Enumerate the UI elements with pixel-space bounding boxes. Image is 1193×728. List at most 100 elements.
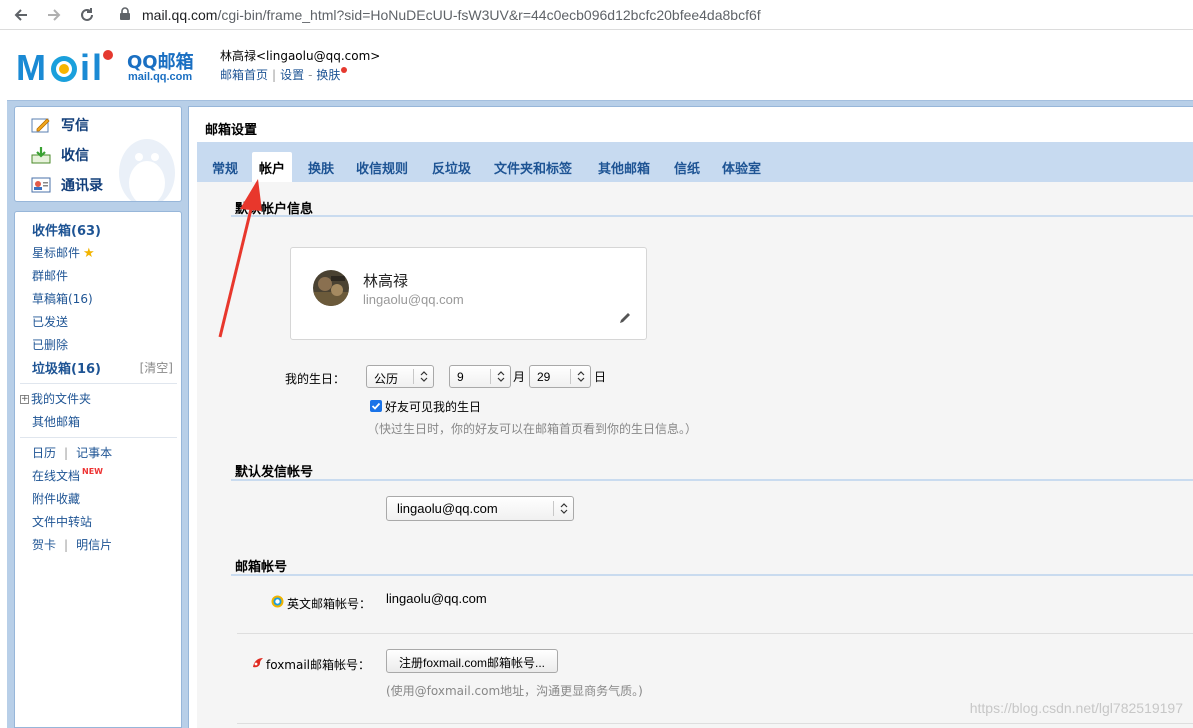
foxmail-account-label: foxmail邮箱帐号： <box>266 658 371 672</box>
link-separator: | <box>272 68 277 82</box>
calendar-type-select[interactable]: 公历 <box>366 365 434 388</box>
foxmail-hint: (使用@foxmail.com地址，沟通更显商务气质。) <box>386 684 643 698</box>
contacts-card-icon <box>31 177 51 193</box>
drafts-folder[interactable]: 草稿箱(16) <box>32 290 93 307</box>
mail-header: M i l QQ邮箱 mail.qq.com 林高禄<lingaolu@qq.c… <box>0 30 1193 100</box>
default-sender-select[interactable]: lingaolu@qq.com <box>386 496 574 521</box>
greeting-card-link[interactable]: 贺卡 <box>32 538 56 552</box>
tab-anti-spam[interactable]: 反垃圾 <box>425 152 478 182</box>
new-badge: NEW <box>82 467 103 476</box>
svg-text:l: l <box>92 47 102 88</box>
month-unit: 月 <box>513 370 526 384</box>
default-sender-heading: 默认发信帐号 <box>235 465 314 480</box>
quick-actions-panel: 写信 收信 通讯录 <box>14 106 182 202</box>
row-divider <box>237 723 1193 724</box>
day-unit: 日 <box>594 370 607 384</box>
my-folders-item[interactable]: + 我的文件夹 <box>20 390 91 407</box>
section-divider <box>231 479 1193 481</box>
tab-other-mailbox[interactable]: 其他邮箱 <box>591 152 657 182</box>
tools-row-1: 日历 | 记事本 <box>32 444 112 461</box>
receive-label: 收信 <box>61 148 89 164</box>
qq-circle-icon <box>271 595 284 608</box>
attachments-link[interactable]: 附件收藏 <box>32 490 80 507</box>
birthday-hint: （快过生日时，你的好友可以在邮箱首页看到你的生日信息。） <box>367 422 698 436</box>
back-icon[interactable] <box>12 6 30 24</box>
sent-folder[interactable]: 已发送 <box>32 313 68 330</box>
select-arrows-icon <box>553 501 573 516</box>
notification-dot <box>341 67 348 73</box>
contacts-label: 通讯录 <box>61 178 103 194</box>
tab-stationery[interactable]: 信纸 <box>667 152 707 182</box>
write-mail-button[interactable]: 写信 <box>31 115 89 135</box>
birthday-visible-checkbox[interactable] <box>370 400 382 412</box>
default-sender-value: lingaolu@qq.com <box>397 501 498 516</box>
inbox-folder[interactable]: 收件箱(63) <box>32 220 101 239</box>
contacts-button[interactable]: 通讯录 <box>31 175 103 195</box>
starred-label: 星标邮件 <box>32 246 81 260</box>
settings-tabs: 常规 帐户 换肤 收信规则 反垃圾 文件夹和标签 其他邮箱 信纸 体验室 <box>197 142 1193 182</box>
inbox-download-icon <box>31 147 51 164</box>
receive-mail-button[interactable]: 收信 <box>31 145 89 165</box>
expand-plus-icon[interactable]: + <box>20 395 29 404</box>
deleted-folder[interactable]: 已删除 <box>32 336 68 353</box>
english-account-value: lingaolu@qq.com <box>386 591 487 606</box>
qq-mail-logo[interactable]: M i l QQ邮箱 mail.qq.com <box>16 44 206 88</box>
reload-icon[interactable] <box>78 6 96 24</box>
select-arrows-icon <box>413 369 433 384</box>
divider <box>20 437 177 438</box>
tab-skin[interactable]: 换肤 <box>301 152 341 182</box>
url-domain: mail.qq.com <box>142 7 218 23</box>
avatar[interactable] <box>313 270 349 306</box>
write-label: 写信 <box>61 118 89 134</box>
birthday-label: 我的生日： <box>285 372 346 386</box>
birth-day-value: 29 <box>537 370 551 384</box>
tools-row-2: 贺卡 | 明信片 <box>32 536 112 553</box>
notes-link[interactable]: 记事本 <box>76 446 112 460</box>
tab-account[interactable]: 帐户 <box>252 152 293 182</box>
mailbox-home-link[interactable]: 邮箱首页 <box>220 68 268 82</box>
account-card-email: lingaolu@qq.com <box>363 292 464 307</box>
calendar-link[interactable]: 日历 <box>32 446 56 460</box>
penguin-watermark-icon <box>119 139 175 201</box>
forward-icon[interactable] <box>45 6 63 24</box>
tab-folders-labels[interactable]: 文件夹和标签 <box>487 152 579 182</box>
tab-receive-rules[interactable]: 收信规则 <box>349 152 415 182</box>
birthday-visible-label[interactable]: 好友可见我的生日 <box>385 398 481 415</box>
settings-link[interactable]: 设置 <box>280 68 304 82</box>
edit-pencil-icon[interactable] <box>618 311 632 325</box>
select-arrows-icon <box>570 369 590 384</box>
starred-folder[interactable]: 星标邮件 ★ <box>32 244 95 261</box>
tab-lab[interactable]: 体验室 <box>715 152 768 182</box>
file-transfer-link[interactable]: 文件中转站 <box>32 513 92 530</box>
page-title: 邮箱设置 <box>205 123 258 138</box>
clear-spam-link[interactable]: [清空] <box>140 359 173 376</box>
spam-folder[interactable]: 垃圾箱(16) <box>32 358 101 377</box>
svg-text:M: M <box>16 47 46 88</box>
account-settings-content: 默认帐户信息 林高禄 lingaolu@qq.com 我的生日： 公历 9 月 … <box>197 182 1193 728</box>
star-icon: ★ <box>83 246 95 261</box>
divider <box>20 383 177 384</box>
user-account-name: 林高禄<lingaolu@qq.com> <box>220 49 381 63</box>
tab-general[interactable]: 常规 <box>205 152 245 182</box>
row-divider <box>237 633 1193 634</box>
mail-logo-icon: M i l <box>16 47 113 88</box>
other-mailbox-item[interactable]: 其他邮箱 <box>32 413 80 430</box>
register-foxmail-button[interactable]: 注册foxmail.com邮箱帐号... <box>386 649 559 673</box>
checkmark-icon <box>371 402 381 410</box>
online-docs-item[interactable]: 在线文档 NEW <box>32 467 103 484</box>
browser-toolbar: mail.qq.com/cgi-bin/frame_html?sid=HoNuD… <box>0 0 1193 30</box>
write-icon <box>31 118 50 133</box>
folder-panel: 收件箱(63) 星标邮件 ★ 群邮件 草稿箱(16) 已发送 已删除 垃圾箱(16… <box>14 211 182 728</box>
header-links: 邮箱首页 | 设置 - 换肤 <box>220 66 348 83</box>
link-dash: - <box>308 68 313 82</box>
postcard-link[interactable]: 明信片 <box>76 538 112 552</box>
english-account-label: 英文邮箱帐号： <box>287 597 372 611</box>
address-bar[interactable]: mail.qq.com/cgi-bin/frame_html?sid=HoNuD… <box>142 7 761 23</box>
mailbox-accounts-heading: 邮箱帐号 <box>235 560 288 575</box>
lock-icon[interactable] <box>119 7 131 21</box>
birth-day-select[interactable]: 29 <box>529 365 591 388</box>
birth-month-select[interactable]: 9 <box>449 365 511 388</box>
group-mail-folder[interactable]: 群邮件 <box>32 267 68 284</box>
skin-link[interactable]: 换肤 <box>316 68 340 82</box>
foxmail-icon <box>253 658 263 668</box>
